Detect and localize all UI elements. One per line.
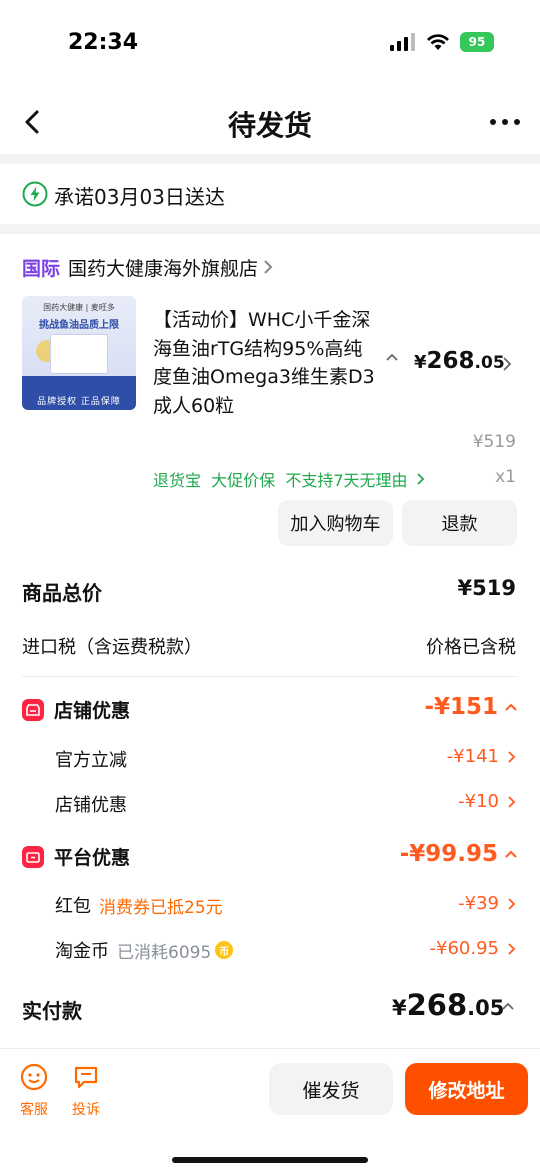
price-decimal: .05: [474, 353, 505, 373]
more-icon[interactable]: [488, 110, 522, 134]
coin-icon: 币: [215, 941, 234, 959]
chevron-right-icon: [416, 473, 424, 485]
platform-discount-title: 平台优惠: [54, 847, 131, 869]
import-tax-value: 价格已含税: [426, 637, 516, 658]
divider: [22, 676, 518, 677]
product-title[interactable]: 【活动价】WHC小千金深海鱼油rTG结构95%高纯度鱼油Omega3维生素D3成…: [153, 306, 379, 420]
discount-item-value[interactable]: -¥60.95: [430, 938, 516, 959]
price-symbol: ¥: [414, 352, 427, 373]
chevron-right-icon: [508, 750, 516, 763]
discount-item-label: 红包 消费券已抵25元: [55, 892, 223, 918]
complaint-label: 投诉: [72, 1102, 100, 1118]
chevron-right-icon: [508, 942, 516, 955]
status-time: 22:34: [68, 30, 139, 55]
urge-shipment-button[interactable]: 催发货: [269, 1063, 393, 1115]
product-image-footer: 品牌授权 正品保障: [37, 397, 121, 407]
shop-icon: [22, 698, 44, 721]
shop-discount-amount: -¥151: [424, 694, 498, 720]
discount-item-amount: -¥141: [446, 746, 499, 767]
delivery-promise: 承诺03月03日送达: [0, 164, 540, 224]
customer-service-icon: [20, 1063, 48, 1091]
payment-symbol: ¥: [392, 996, 407, 1020]
product-image-box: [50, 334, 108, 374]
chevron-right-icon[interactable]: [502, 356, 512, 372]
discount-item-label: 店铺优惠: [55, 795, 127, 816]
price-integer: 268: [426, 348, 475, 374]
import-tax-label: 进口税（含运费税款）: [22, 637, 202, 658]
platform-discount-amount: -¥99.95: [399, 841, 498, 867]
original-price: ¥519: [472, 432, 516, 452]
discount-item-label: 官方立减: [55, 750, 127, 771]
lightning-icon: [22, 181, 48, 207]
product-image[interactable]: 国药大健康 | 麦旺多 挑战鱼油品质上限 品牌授权 正品保障: [22, 296, 136, 410]
service-tags[interactable]: 退货宝 大促价保 不支持7天无理由: [153, 467, 425, 491]
chevron-right-icon: [508, 795, 516, 808]
red-packet-note: 消费券已抵25元: [99, 897, 223, 918]
taojinbi-label: 淘金币: [55, 941, 109, 962]
home-indicator: [172, 1157, 368, 1163]
international-tag: 国际: [22, 257, 61, 280]
product-price: ¥268.05: [414, 348, 505, 374]
chevron-right-icon: [508, 897, 516, 910]
battery-level: 95: [468, 35, 486, 49]
taojinbi-note: 已消耗6095: [117, 942, 212, 963]
chevron-up-icon: [505, 850, 517, 858]
discount-item-amount: -¥60.95: [429, 938, 499, 959]
coupon-icon: [22, 845, 44, 868]
nav-bar: 待发货: [0, 90, 540, 154]
quantity: x1: [495, 467, 516, 487]
modify-address-button[interactable]: 修改地址: [405, 1063, 528, 1115]
discount-item-value[interactable]: -¥39: [458, 893, 516, 914]
bottom-action-bar: 客服 投诉 催发货 修改地址: [0, 1048, 540, 1174]
platform-discount-header: 平台优惠: [22, 843, 130, 870]
red-packet-label: 红包: [55, 896, 91, 917]
chevron-up-icon[interactable]: [501, 1001, 515, 1011]
shop-discount-total[interactable]: -¥151: [424, 694, 518, 720]
page-title: 待发货: [227, 109, 312, 142]
chevron-up-icon: [505, 703, 517, 711]
shop-discount-title: 店铺优惠: [54, 700, 131, 722]
shop-name: 国药大健康海外旗舰店: [68, 257, 259, 280]
goods-total-value: ¥519: [457, 576, 516, 600]
service-tags-text: 退货宝 大促价保 不支持7天无理由: [153, 471, 408, 490]
platform-discount-total[interactable]: -¥99.95: [400, 841, 518, 867]
chevron-up-icon[interactable]: [385, 352, 399, 362]
actual-payment-label: 实付款: [22, 999, 82, 1023]
delivery-text: 承诺03月03日送达: [54, 185, 225, 209]
section-divider: [0, 154, 540, 164]
actual-payment-value: ¥268.05: [392, 988, 504, 1022]
customer-service-label: 客服: [20, 1102, 48, 1118]
discount-item-value[interactable]: -¥141: [447, 746, 516, 767]
status-bar: 22:34 95: [0, 0, 540, 90]
product-image-brand: 国药大健康 | 麦旺多: [43, 303, 115, 312]
product-image-slogan: 挑战鱼油品质上限: [39, 320, 119, 331]
payment-decimal: .05: [467, 996, 505, 1020]
status-icons: 95: [390, 32, 494, 52]
battery-icon: 95: [460, 32, 494, 52]
complaint-icon: [74, 1066, 98, 1089]
discount-item-label: 淘金币 已消耗6095 币: [55, 937, 234, 963]
discount-item-value[interactable]: -¥10: [458, 791, 516, 812]
discount-item-amount: -¥10: [458, 791, 499, 812]
shop-link[interactable]: 国际 国药大健康海外旗舰店: [22, 252, 274, 282]
refund-button[interactable]: 退款: [402, 500, 517, 546]
wifi-icon: [427, 34, 449, 50]
complaint-button[interactable]: 投诉: [66, 1063, 106, 1119]
discount-item-amount: -¥39: [458, 893, 499, 914]
customer-service-button[interactable]: 客服: [14, 1063, 54, 1119]
signal-icon: [390, 33, 415, 51]
goods-total-label: 商品总价: [22, 581, 102, 605]
payment-integer: 268: [406, 988, 468, 1022]
add-to-cart-button[interactable]: 加入购物车: [278, 500, 393, 546]
chevron-right-icon: [264, 260, 273, 274]
section-divider: [0, 224, 540, 234]
shop-discount-header: 店铺优惠: [22, 696, 130, 723]
